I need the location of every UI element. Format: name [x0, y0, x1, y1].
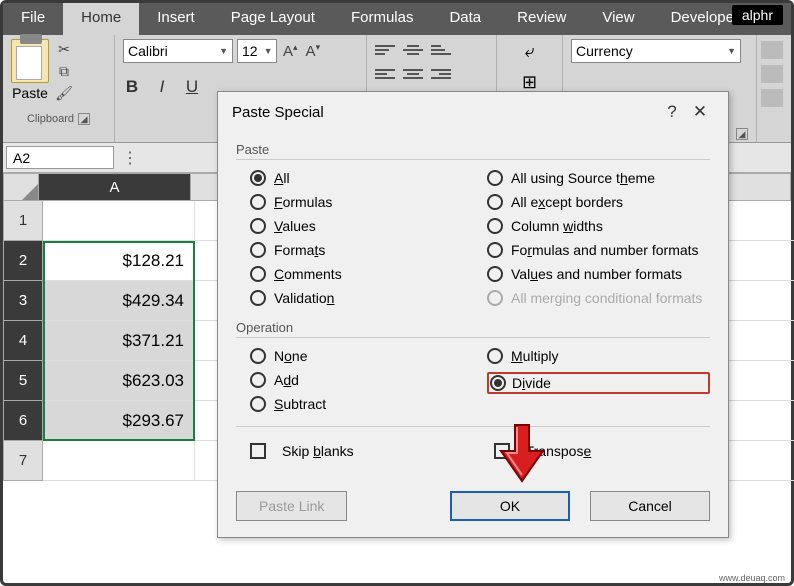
align-center-icon[interactable] — [403, 67, 423, 85]
tab-data[interactable]: Data — [431, 3, 499, 35]
row-header-7[interactable]: 7 — [3, 441, 43, 481]
format-painter-icon[interactable]: 🖌 — [55, 85, 73, 103]
radio-add[interactable]: Add — [250, 372, 473, 388]
row-header-1[interactable]: 1 — [3, 201, 43, 241]
tab-formulas[interactable]: Formulas — [333, 3, 432, 35]
select-all-corner[interactable] — [3, 173, 39, 201]
radio-fnum[interactable]: Formulas and number formats — [487, 242, 710, 258]
row-header-4[interactable]: 4 — [3, 321, 43, 361]
operation-group-label: Operation — [236, 320, 710, 335]
ribbon-icon-3[interactable] — [761, 89, 783, 107]
row-header-6[interactable]: 6 — [3, 401, 43, 441]
radio-vnum[interactable]: Values and number formats — [487, 266, 710, 282]
number-format-combo[interactable]: Currency▼ — [571, 39, 741, 63]
cell-a3[interactable]: $429.34 — [43, 281, 195, 321]
radio-formats[interactable]: Formats — [250, 242, 473, 258]
merge-icon[interactable]: ⊞ — [522, 72, 537, 93]
transpose-checkbox[interactable]: Transpose — [494, 443, 592, 459]
underline-button[interactable]: U — [183, 77, 201, 97]
copy-icon[interactable]: ⧉ — [55, 63, 73, 81]
clipboard-group-label: Clipboard — [27, 113, 74, 125]
radio-all[interactable]: All — [250, 170, 473, 186]
col-header-a[interactable]: A — [39, 173, 191, 201]
radio-borders[interactable]: All except borders — [487, 194, 710, 210]
dialog-title: Paste Special — [232, 104, 324, 121]
number-launcher-icon[interactable]: ◢ — [736, 128, 748, 140]
tab-review[interactable]: Review — [499, 3, 584, 35]
paste-button[interactable]: Paste — [12, 85, 48, 101]
cancel-button[interactable]: Cancel — [590, 491, 710, 521]
cut-icon[interactable]: ✂ — [55, 41, 73, 59]
namebox-dropdown-icon[interactable]: ⋮ — [117, 143, 143, 172]
align-middle-icon[interactable] — [403, 43, 423, 61]
radio-div[interactable]: Divide — [487, 372, 710, 394]
align-left-icon[interactable] — [375, 67, 395, 85]
align-bottom-icon[interactable] — [431, 43, 451, 61]
cell-a1[interactable] — [43, 201, 195, 241]
shrink-font-icon[interactable]: A▾ — [304, 42, 323, 60]
ribbon-tabs: File Home Insert Page Layout Formulas Da… — [3, 3, 791, 35]
row-header-2[interactable]: 2 — [3, 241, 43, 281]
skip-blanks-checkbox[interactable]: Skip blanks — [250, 443, 354, 459]
font-size-combo[interactable]: 12▼ — [237, 39, 277, 63]
radio-sub[interactable]: Subtract — [250, 396, 473, 412]
cell-a4[interactable]: $371.21 — [43, 321, 195, 361]
ribbon-icon-2[interactable] — [761, 65, 783, 83]
radio-theme[interactable]: All using Source theme — [487, 170, 710, 186]
radio-mul[interactable]: Multiply — [487, 348, 710, 364]
tab-home[interactable]: Home — [63, 3, 139, 35]
grow-font-icon[interactable]: A▴ — [281, 42, 300, 60]
radio-validation[interactable]: Validation — [250, 290, 473, 306]
cell-a5[interactable]: $623.03 — [43, 361, 195, 401]
radio-values[interactable]: Values — [250, 218, 473, 234]
radio-merge: All merging conditional formats — [487, 290, 710, 306]
cell-a7[interactable] — [43, 441, 195, 481]
ribbon-icon-1[interactable] — [761, 41, 783, 59]
row-header-5[interactable]: 5 — [3, 361, 43, 401]
radio-comments[interactable]: Comments — [250, 266, 473, 282]
paste-link-button: Paste Link — [236, 491, 347, 521]
watermark: alphr — [732, 5, 783, 25]
ok-button[interactable]: OK — [450, 491, 570, 521]
tab-file[interactable]: File — [3, 3, 63, 35]
bottom-watermark: www.deuaq.com — [719, 573, 785, 583]
tab-page-layout[interactable]: Page Layout — [213, 3, 333, 35]
radio-formulas[interactable]: Formulas — [250, 194, 473, 210]
dialog-help-icon[interactable]: ? — [658, 102, 686, 122]
font-name-combo[interactable]: Calibri▼ — [123, 39, 233, 63]
paste-group-label: Paste — [236, 142, 710, 157]
tab-insert[interactable]: Insert — [139, 3, 213, 35]
radio-widths[interactable]: Column widths — [487, 218, 710, 234]
clipboard-launcher-icon[interactable]: ◢ — [78, 113, 90, 125]
tab-view[interactable]: View — [584, 3, 652, 35]
name-box[interactable] — [6, 146, 114, 169]
cell-a2[interactable]: $128.21 — [43, 241, 195, 281]
italic-button[interactable]: I — [153, 77, 171, 97]
dialog-close-icon[interactable]: ✕ — [686, 102, 714, 122]
paste-icon[interactable] — [11, 39, 49, 83]
cell-a6[interactable]: $293.67 — [43, 401, 195, 441]
align-top-icon[interactable] — [375, 43, 395, 61]
row-header-3[interactable]: 3 — [3, 281, 43, 321]
wrap-text-icon[interactable]: ⤶ — [524, 41, 534, 62]
align-right-icon[interactable] — [431, 67, 451, 85]
bold-button[interactable]: B — [123, 77, 141, 97]
paste-special-dialog: Paste Special ? ✕ Paste All Formulas Value… — [217, 91, 729, 538]
radio-none[interactable]: None — [250, 348, 473, 364]
